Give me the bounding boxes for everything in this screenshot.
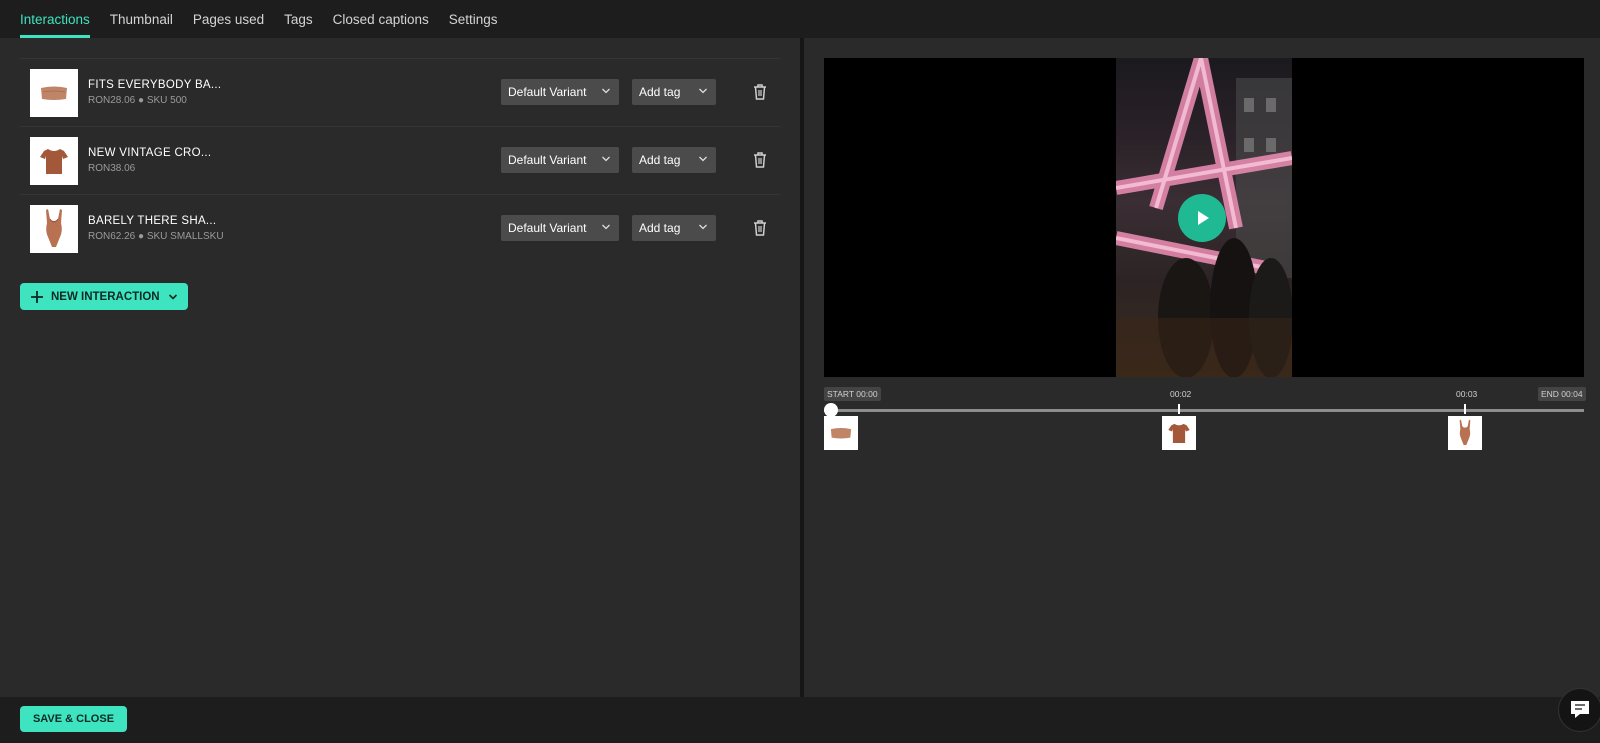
bandeau-top-icon bbox=[41, 86, 67, 100]
trash-icon[interactable] bbox=[752, 151, 768, 169]
timeline-marker[interactable] bbox=[1464, 404, 1466, 414]
interaction-row: BARELY THERE SHA... RON62.26 ● SKU SMALL… bbox=[20, 194, 780, 262]
tab-thumbnail[interactable]: Thumbnail bbox=[110, 0, 173, 38]
trash-icon[interactable] bbox=[752, 83, 768, 101]
trash-icon[interactable] bbox=[752, 219, 768, 237]
interactions-panel: FITS EVERYBODY BA... RON28.06 ● SKU 500 … bbox=[0, 38, 800, 697]
timeline-product-thumbnail[interactable] bbox=[1162, 416, 1196, 450]
tag-select[interactable]: Add tag bbox=[632, 215, 716, 241]
save-close-button[interactable]: SAVE & CLOSE bbox=[20, 706, 127, 732]
bodysuit-icon bbox=[46, 208, 62, 247]
video-player[interactable] bbox=[824, 58, 1584, 377]
product-name: FITS EVERYBODY BA... bbox=[88, 79, 222, 91]
chevron-down-icon bbox=[168, 293, 177, 300]
product-meta: RON28.06 ● SKU 500 bbox=[88, 95, 187, 106]
tag-select-value: Add tag bbox=[639, 221, 681, 235]
bandeau-top-icon bbox=[830, 427, 852, 439]
variant-select[interactable]: Default Variant bbox=[501, 79, 619, 105]
chevron-down-icon bbox=[602, 156, 610, 162]
tab-interactions[interactable]: Interactions bbox=[20, 0, 90, 38]
tshirt-icon bbox=[40, 148, 68, 174]
tab-settings[interactable]: Settings bbox=[449, 0, 498, 38]
chat-support-button[interactable] bbox=[1558, 688, 1600, 732]
product-name: NEW VINTAGE CRO... bbox=[88, 147, 212, 159]
chevron-down-icon bbox=[602, 88, 610, 94]
tag-select[interactable]: Add tag bbox=[632, 79, 716, 105]
variant-select-value: Default Variant bbox=[508, 221, 587, 235]
timeline-start-label: START 00:00 bbox=[824, 387, 881, 401]
timeline-marker[interactable] bbox=[1178, 404, 1180, 414]
product-name: BARELY THERE SHA... bbox=[88, 215, 217, 227]
plus-icon bbox=[31, 290, 43, 303]
variant-select[interactable]: Default Variant bbox=[501, 147, 619, 173]
product-info: BARELY THERE SHA... RON62.26 ● SKU SMALL… bbox=[88, 215, 488, 242]
chevron-down-icon bbox=[699, 156, 707, 162]
tab-bar: Interactions Thumbnail Pages used Tags C… bbox=[0, 0, 1600, 38]
chat-bubble-icon bbox=[1571, 701, 1589, 718]
product-meta: RON38.06 bbox=[88, 163, 136, 174]
tshirt-icon bbox=[1168, 423, 1190, 443]
product-thumbnail bbox=[30, 68, 78, 117]
timeline-product-thumbnail[interactable] bbox=[1448, 416, 1482, 450]
new-interaction-button[interactable]: NEW INTERACTION bbox=[20, 283, 188, 310]
tag-select-value: Add tag bbox=[639, 153, 681, 167]
tab-closed-captions[interactable]: Closed captions bbox=[333, 0, 429, 38]
play-icon bbox=[1198, 211, 1209, 225]
preview-panel: START 00:00 00:02 00:03 END 00:04 bbox=[804, 38, 1600, 697]
tab-tags[interactable]: Tags bbox=[284, 0, 313, 38]
tag-select[interactable]: Add tag bbox=[632, 147, 716, 173]
variant-select-value: Default Variant bbox=[508, 153, 587, 167]
product-info: NEW VINTAGE CRO... RON38.06 bbox=[88, 147, 488, 174]
bodysuit-icon bbox=[1459, 419, 1471, 445]
play-button[interactable] bbox=[1178, 194, 1226, 242]
product-info: FITS EVERYBODY BA... RON28.06 ● SKU 500 bbox=[88, 79, 488, 106]
timeline-marker-label: 00:03 bbox=[1456, 389, 1478, 399]
timeline-marker-label: 00:02 bbox=[1170, 389, 1192, 399]
variant-select[interactable]: Default Variant bbox=[501, 215, 619, 241]
footer-bar: SAVE & CLOSE bbox=[0, 697, 1600, 743]
timeline-product-thumbnail[interactable] bbox=[824, 416, 858, 450]
new-interaction-label: NEW INTERACTION bbox=[51, 290, 160, 303]
chevron-down-icon bbox=[699, 88, 707, 94]
playhead-handle[interactable] bbox=[824, 403, 838, 417]
chevron-down-icon bbox=[699, 224, 707, 230]
interaction-row: FITS EVERYBODY BA... RON28.06 ● SKU 500 … bbox=[20, 58, 780, 126]
chevron-down-icon bbox=[602, 224, 610, 230]
timeline-end-label: END 00:04 bbox=[1538, 387, 1586, 401]
variant-select-value: Default Variant bbox=[508, 85, 587, 99]
interactions-editor: Interactions Thumbnail Pages used Tags C… bbox=[0, 0, 1600, 743]
product-meta: RON62.26 ● SKU SMALLSKU bbox=[88, 231, 224, 242]
tab-pages-used[interactable]: Pages used bbox=[193, 0, 264, 38]
timeline-track[interactable] bbox=[824, 409, 1584, 412]
product-thumbnail bbox=[30, 204, 78, 253]
product-thumbnail bbox=[30, 136, 78, 185]
tag-select-value: Add tag bbox=[639, 85, 681, 99]
interaction-row: NEW VINTAGE CRO... RON38.06 Default Vari… bbox=[20, 126, 780, 194]
